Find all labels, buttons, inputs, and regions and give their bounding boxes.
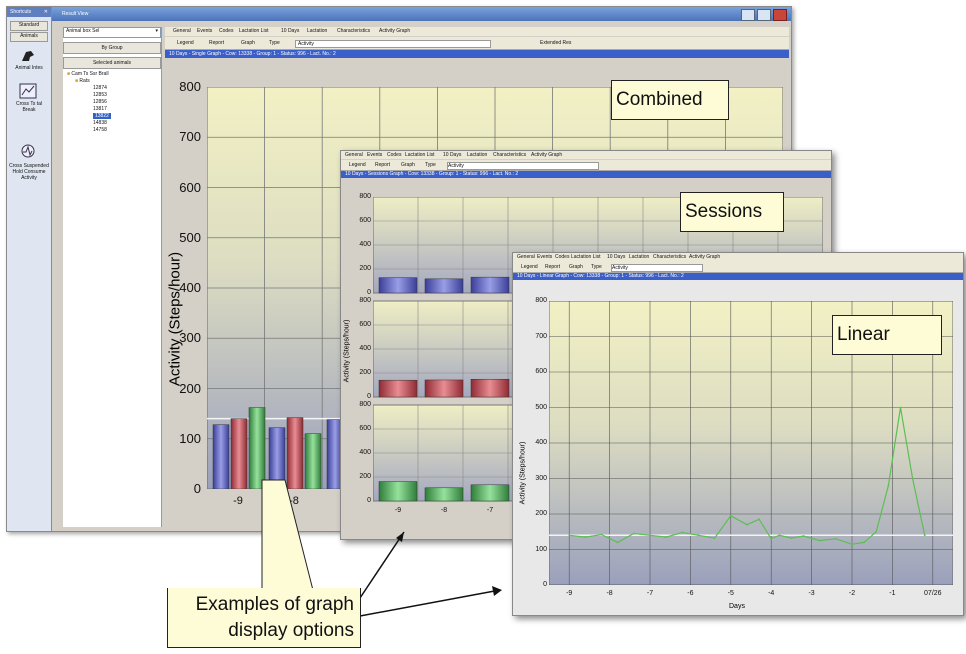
examples-callout: Examples of graph display options [167,588,361,648]
arrowhead-icon [396,532,404,542]
callout-pointers [261,479,502,617]
arrowhead-icon [492,586,502,596]
callout-tail [261,479,317,603]
examples-line1: Examples of graph [195,594,354,615]
examples-line2: display options [228,620,354,641]
pointer-arrow [359,589,501,617]
pointer-arrow [359,531,405,599]
